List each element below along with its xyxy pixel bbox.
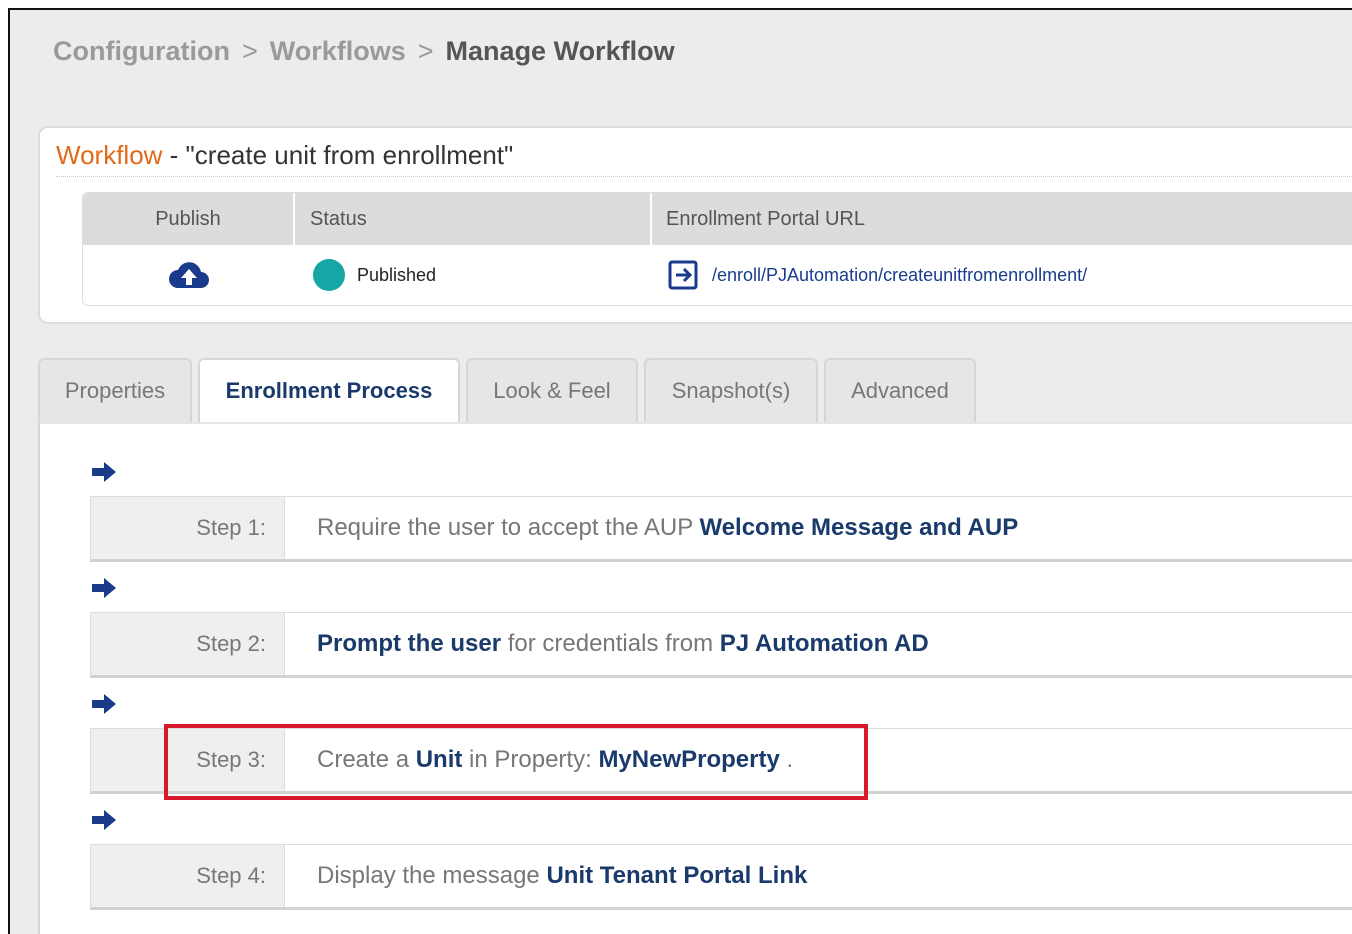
step-row[interactable]: Step 4: Display the message Unit Tenant … [90,844,1352,910]
header-status: Status [295,193,652,245]
header-publish: Publish [83,193,295,245]
workflow-name: - "create unit from enrollment" [169,140,514,170]
insert-step-arrow-icon[interactable] [92,462,116,482]
breadcrumb-separator: > [241,36,258,66]
step-description: Require the user to accept the AUP Welco… [317,497,1018,559]
breadcrumb-workflows[interactable]: Workflows [270,36,406,66]
step-number: Step 4: [91,845,285,907]
breadcrumb-current: Manage Workflow [445,36,675,66]
header-url: Enrollment Portal URL [666,208,865,230]
step-description: Display the message Unit Tenant Portal L… [317,845,807,907]
workflow-label: Workflow [56,140,163,170]
step-link[interactable]: Welcome Message and AUP [699,514,1018,542]
tab-advanced[interactable]: Advanced [824,358,976,422]
step-link[interactable]: PJ Automation AD [720,630,929,658]
step-row[interactable]: Step 1: Require the user to accept the A… [90,496,1352,562]
workflow-card: Workflow - "create unit from enrollment"… [38,126,1352,324]
status-indicator-icon [313,259,345,291]
url-cell: /enroll/PJAutomation/createunitfromenrol… [668,245,1352,305]
open-link-icon[interactable] [668,260,700,290]
step-text-part: Require the user to accept the AUP [317,514,700,541]
step-number: Step 2: [91,613,285,675]
tab-snapshots[interactable]: Snapshot(s) [644,358,818,422]
step-number: Step 1: [91,497,285,559]
step-link[interactable]: Prompt the user [317,630,501,658]
tab-properties[interactable]: Properties [38,358,192,422]
workflow-title: Workflow - "create unit from enrollment" [56,140,513,171]
step-text-part: Display the message [317,862,547,889]
tab-enrollment-process[interactable]: Enrollment Process [198,358,460,424]
cloud-upload-icon[interactable] [168,260,210,290]
step-description: Prompt the user for credentials from PJ … [317,613,929,675]
tab-look-and-feel[interactable]: Look & Feel [466,358,638,422]
insert-step-arrow-icon[interactable] [92,694,116,714]
status-cell: Published [313,245,652,305]
publish-table: Publish Status Enrollment Portal URL Pub… [82,192,1352,306]
table-header: Publish Status Enrollment Portal URL [83,193,1352,245]
divider [56,176,1352,177]
publish-cell [83,245,295,305]
step-link[interactable]: Unit Tenant Portal Link [546,862,807,890]
enrollment-process-panel: Step 1: Require the user to accept the A… [38,422,1352,934]
step-text-part: for credentials from [501,630,720,657]
app-frame: Configuration > Workflows > Manage Workflow … [8,8,1352,934]
status-text: Published [357,264,437,285]
insert-step-arrow-icon[interactable] [92,578,116,598]
breadcrumb-separator: > [417,36,434,66]
enrollment-url-link[interactable]: /enroll/PJAutomation/createunitfromenrol… [712,265,1087,286]
breadcrumb-configuration[interactable]: Configuration [53,36,230,66]
breadcrumb: Configuration > Workflows > Manage Workflow [53,36,675,67]
highlight-box [164,724,868,800]
step-row[interactable]: Step 2: Prompt the user for credentials … [90,612,1352,678]
insert-step-arrow-icon[interactable] [92,810,116,830]
